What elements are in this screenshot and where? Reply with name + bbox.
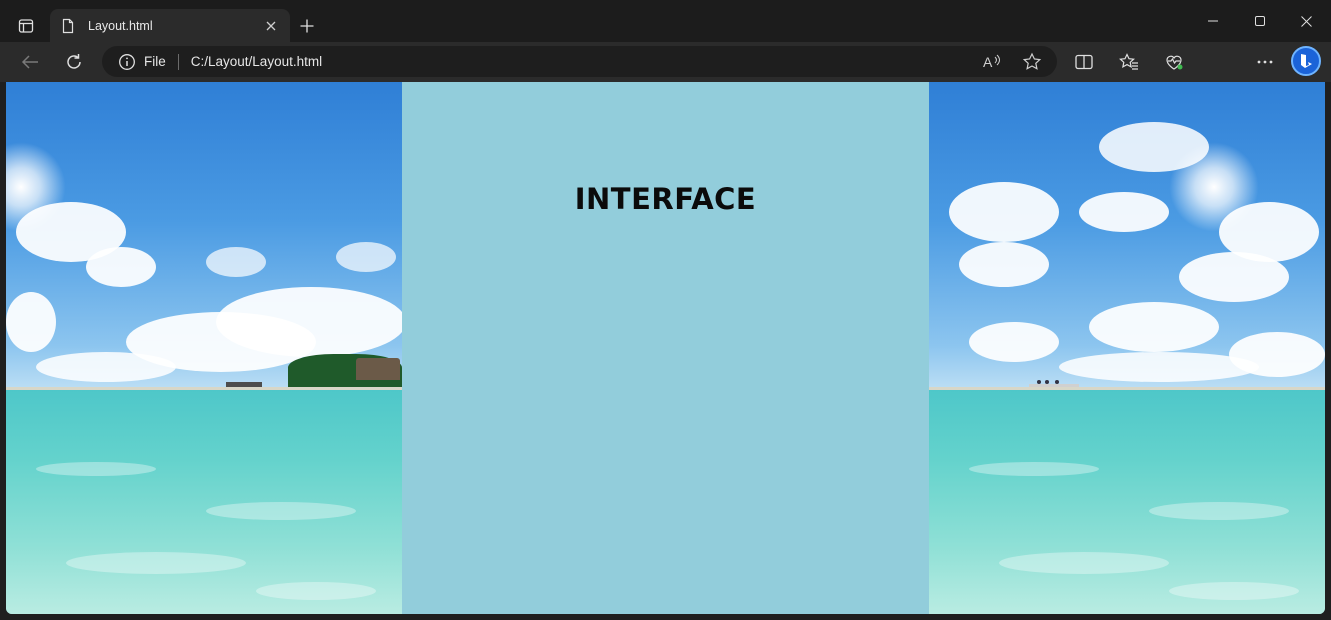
info-icon[interactable] (118, 53, 136, 71)
maximize-icon[interactable] (1237, 0, 1283, 42)
browser-tab[interactable]: Layout.html (50, 9, 290, 42)
center-panel: INTERFACE (402, 82, 929, 614)
bing-copilot-icon[interactable] (1291, 46, 1321, 76)
page-icon (60, 18, 76, 34)
read-aloud-icon[interactable]: A (982, 52, 1002, 72)
svg-text:A: A (983, 54, 993, 70)
page-heading: INTERFACE (574, 182, 757, 216)
favorites-icon[interactable] (1113, 46, 1145, 78)
split-screen-icon[interactable] (1068, 46, 1100, 78)
close-window-icon[interactable] (1283, 0, 1329, 42)
tropical-beach-image-left (6, 82, 402, 614)
back-icon[interactable] (14, 46, 46, 78)
url-scheme-label: File (144, 54, 166, 69)
address-separator (177, 53, 179, 70)
title-bar: Layout.html (0, 0, 1331, 42)
favorite-star-icon[interactable] (1022, 52, 1042, 72)
tab-title: Layout.html (88, 18, 153, 33)
tropical-beach-image-right (929, 82, 1325, 614)
new-tab-icon[interactable] (296, 15, 318, 37)
minimize-icon[interactable] (1190, 0, 1236, 42)
refresh-icon[interactable] (58, 46, 90, 78)
address-bar[interactable]: File C:/Layout/Layout.html A (102, 46, 1057, 77)
browser-window: Layout.html File C:/Layout/Layout.html A… (0, 0, 1331, 620)
toolbar: File C:/Layout/Layout.html A (0, 42, 1331, 82)
tab-actions-icon[interactable] (10, 10, 42, 42)
more-icon[interactable] (1249, 46, 1281, 78)
close-tab-icon[interactable] (262, 17, 280, 35)
url-text[interactable]: C:/Layout/Layout.html (191, 54, 322, 69)
browser-essentials-icon[interactable] (1158, 46, 1190, 78)
page-viewport: INTERFACE (6, 82, 1325, 614)
